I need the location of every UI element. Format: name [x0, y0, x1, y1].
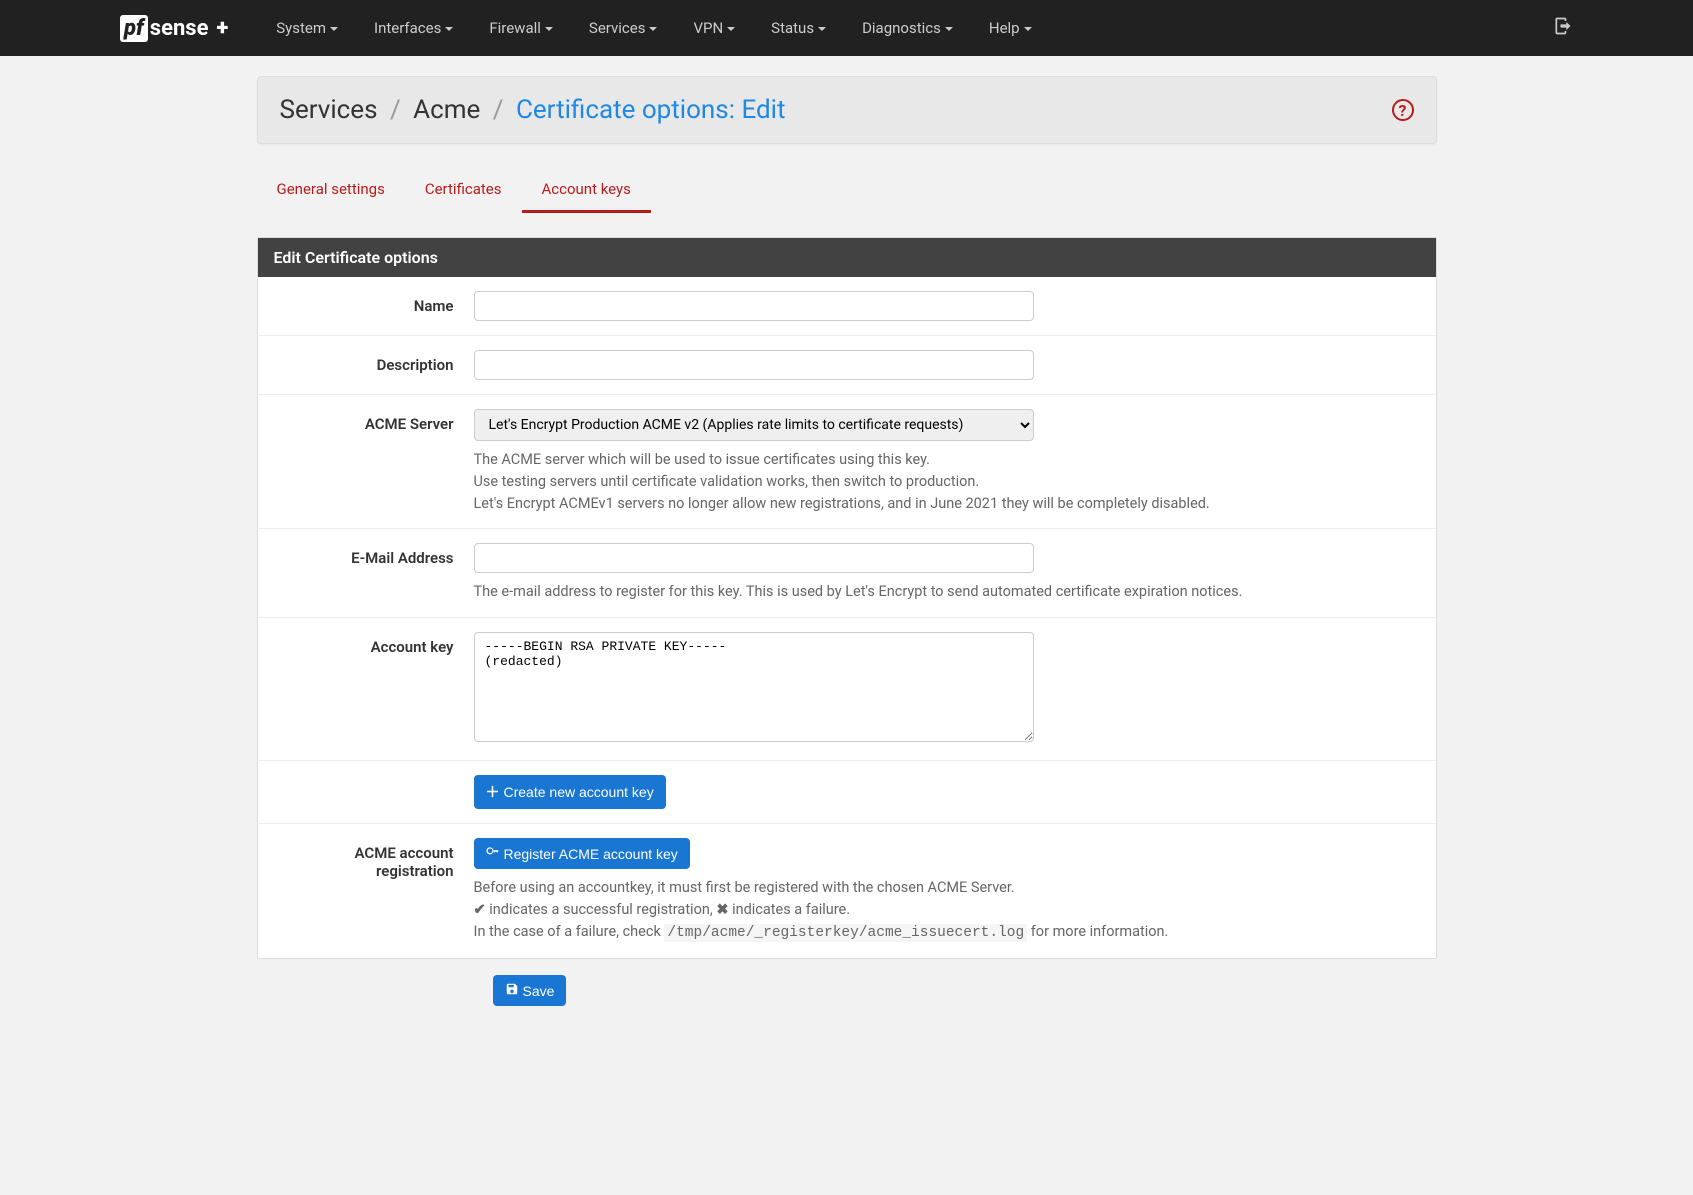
help-text: The e-mail address to register for this …: [474, 581, 1374, 603]
label-acme-server: ACME Server: [274, 409, 474, 433]
save-icon: [505, 982, 519, 999]
tabs: General settings Certificates Account ke…: [257, 168, 1437, 213]
chevron-down-icon: [1024, 27, 1032, 31]
tab-certificates[interactable]: Certificates: [405, 168, 522, 213]
chevron-down-icon: [545, 27, 553, 31]
breadcrumb-acme[interactable]: Acme: [413, 95, 480, 125]
register-acme-account-key-button[interactable]: Register ACME account key: [474, 838, 690, 869]
chevron-down-icon: [445, 27, 453, 31]
save-row: Save: [257, 975, 1437, 1006]
acme-server-select[interactable]: Let's Encrypt Production ACME v2 (Applie…: [474, 409, 1034, 441]
nav-item-label: Status: [771, 19, 814, 37]
help-text: In the case of a failure, check /tmp/acm…: [474, 921, 1374, 945]
account-key-textarea[interactable]: [474, 632, 1034, 742]
nav-system[interactable]: System: [258, 1, 356, 55]
chevron-down-icon: [818, 27, 826, 31]
row-registration: ACME account registration Register ACME …: [258, 824, 1436, 958]
label-name: Name: [274, 291, 474, 315]
breadcrumb-separator: /: [390, 95, 401, 125]
help-text-part: indicates a failure.: [728, 901, 850, 918]
nav-help[interactable]: Help: [971, 1, 1050, 55]
label-account-key: Account key: [274, 632, 474, 656]
nav-status[interactable]: Status: [753, 1, 844, 55]
label-description: Description: [274, 350, 474, 374]
email-input[interactable]: [474, 543, 1034, 573]
logo[interactable]: pfsense +: [120, 15, 228, 42]
name-input[interactable]: [474, 291, 1034, 321]
help-text: Let's Encrypt ACMEv1 servers no longer a…: [474, 493, 1374, 515]
breadcrumb-current: Certificate options: Edit: [516, 95, 786, 125]
label-email: E-Mail Address: [274, 543, 474, 567]
chevron-down-icon: [649, 27, 657, 31]
help-text: Use testing servers until certificate va…: [474, 471, 1374, 493]
label-registration: ACME account registration: [274, 838, 474, 880]
help-text: ✔ indicates a successful registration, ✖…: [474, 899, 1374, 921]
nav-item-label: Help: [989, 19, 1020, 37]
button-label: Save: [523, 983, 555, 999]
plus-icon: ＋: [486, 782, 500, 802]
breadcrumb: Services / Acme / Certificate options: E…: [280, 95, 786, 125]
nav-services[interactable]: Services: [571, 1, 676, 55]
help-text-part: for more information.: [1027, 923, 1168, 940]
key-icon: [486, 845, 500, 862]
button-label: Create new account key: [504, 784, 654, 800]
edit-panel: Edit Certificate options Name Descriptio…: [257, 237, 1437, 959]
tab-account-keys[interactable]: Account keys: [522, 168, 651, 213]
row-create-key: ＋Create new account key: [258, 761, 1436, 824]
chevron-down-icon: [727, 27, 735, 31]
button-label: Register ACME account key: [504, 846, 678, 862]
nav-item-label: VPN: [693, 19, 723, 37]
save-button[interactable]: Save: [493, 975, 567, 1006]
nav-interfaces[interactable]: Interfaces: [356, 1, 471, 55]
nav-item-label: Interfaces: [374, 19, 441, 37]
label-empty: [274, 775, 474, 781]
nav-diagnostics[interactable]: Diagnostics: [844, 1, 971, 55]
nav-item-label: Diagnostics: [862, 19, 941, 37]
row-account-key: Account key: [258, 618, 1436, 761]
logout-icon[interactable]: [1553, 16, 1573, 41]
description-input[interactable]: [474, 350, 1034, 380]
help-icon[interactable]: ?: [1392, 99, 1414, 121]
create-new-account-key-button[interactable]: ＋Create new account key: [474, 775, 666, 809]
log-path: /tmp/acme/_registerkey/acme_issuecert.lo…: [664, 924, 1027, 942]
nav-firewall[interactable]: Firewall: [471, 1, 571, 55]
row-name: Name: [258, 277, 1436, 336]
check-icon: ✔: [474, 899, 486, 921]
chevron-down-icon: [330, 27, 338, 31]
breadcrumb-separator: /: [493, 95, 504, 125]
nav-item-label: Services: [589, 19, 646, 37]
logo-suffix: +: [216, 16, 228, 41]
nav-vpn[interactable]: VPN: [675, 1, 753, 55]
row-email: E-Mail Address The e-mail address to reg…: [258, 529, 1436, 618]
breadcrumb-bar: Services / Acme / Certificate options: E…: [257, 76, 1437, 144]
nav-item-label: Firewall: [489, 19, 541, 37]
help-text-part: In the case of a failure, check: [474, 923, 665, 940]
row-description: Description: [258, 336, 1436, 395]
logo-main: sense: [150, 16, 209, 41]
top-navbar: pfsense + System Interfaces Firewall Serv…: [0, 0, 1693, 56]
tab-general-settings[interactable]: General settings: [257, 168, 405, 213]
nav-item-label: System: [276, 19, 326, 37]
panel-title: Edit Certificate options: [258, 238, 1436, 277]
row-acme-server: ACME Server Let's Encrypt Production ACM…: [258, 395, 1436, 529]
help-text-part: indicates a successful registration,: [486, 901, 717, 918]
nav-menu: System Interfaces Firewall Services VPN …: [258, 1, 1049, 55]
x-icon: ✖: [716, 899, 728, 921]
logo-prefix: pf: [120, 15, 148, 42]
breadcrumb-services[interactable]: Services: [280, 95, 378, 125]
help-text: The ACME server which will be used to is…: [474, 449, 1374, 471]
help-text: Before using an accountkey, it must firs…: [474, 877, 1374, 899]
chevron-down-icon: [945, 27, 953, 31]
